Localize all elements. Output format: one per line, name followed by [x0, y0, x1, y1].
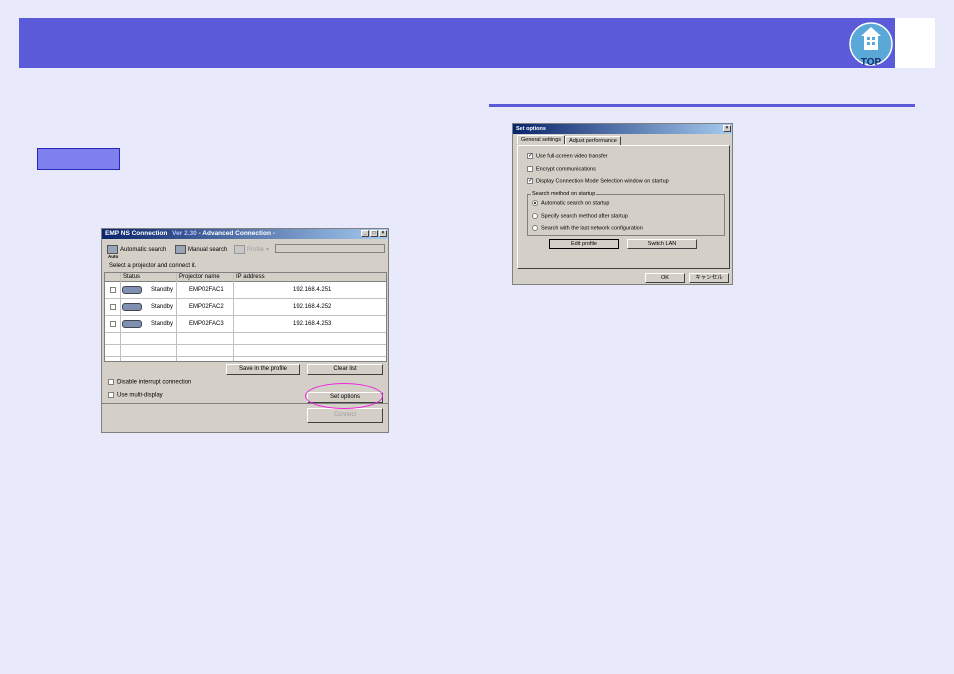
- row-name: EMP02FAC3: [189, 321, 224, 327]
- automatic-search-label: Automatic search: [120, 246, 167, 253]
- row-checkbox[interactable]: [110, 304, 116, 310]
- column-projector-name[interactable]: Projector name: [179, 274, 220, 280]
- encrypt-checkbox[interactable]: [527, 166, 533, 172]
- radio-specify[interactable]: [532, 213, 538, 219]
- column-ip-address[interactable]: IP address: [236, 274, 265, 280]
- manual-search-label: Manual search: [188, 246, 228, 253]
- table-row[interactable]: Standby EMP02FAC1 192.168.4.251: [105, 282, 386, 299]
- disable-interrupt-label: Disable interrupt connection: [117, 379, 192, 386]
- profile-icon: [234, 245, 245, 254]
- radio-auto-label: Automatic search on startup: [541, 200, 610, 207]
- emp-mode: - Advanced Connection -: [198, 230, 275, 237]
- disable-interrupt-option[interactable]: Disable interrupt connection: [108, 379, 191, 386]
- projector-icon: [122, 286, 142, 294]
- maximize-icon[interactable]: □: [370, 230, 378, 237]
- set-options-titlebar: Set options ×: [513, 124, 732, 134]
- column-status[interactable]: Status: [123, 274, 140, 280]
- settings-panel: ✓ Use full-screen video transfer Encrypt …: [517, 145, 730, 269]
- multi-display-option[interactable]: Use multi-display: [108, 392, 163, 399]
- highlight-ellipse: [305, 383, 383, 409]
- radio-auto[interactable]: [532, 200, 538, 206]
- minimize-icon[interactable]: _: [361, 230, 369, 237]
- table-row-empty: [105, 345, 386, 357]
- profile-label: Profile: [247, 246, 265, 253]
- tab-strip: General settings Adjust performance: [517, 135, 621, 145]
- close-icon[interactable]: ×: [723, 125, 731, 132]
- row-ip: 192.168.4.253: [293, 321, 332, 327]
- emp-toolbar: Automatic search Auto Manual search Prof…: [102, 240, 388, 260]
- clear-list-button[interactable]: Clear list: [307, 364, 383, 375]
- radio-last-option[interactable]: Search with the last network configurati…: [532, 225, 643, 231]
- row-ip: 192.168.4.251: [293, 287, 332, 293]
- emp-titlebar: EMP NS Connection Ver 2.30 - Advanced Co…: [102, 229, 388, 239]
- tab-adjust-performance[interactable]: Adjust performance: [565, 136, 621, 145]
- radio-last[interactable]: [532, 225, 538, 231]
- fullscreen-label: Use full-screen video transfer: [536, 153, 608, 160]
- cancel-button[interactable]: キャンセル: [689, 273, 729, 283]
- svg-text:TOP: TOP: [861, 57, 882, 68]
- search-method-group: Search method on startup Automatic searc…: [527, 191, 725, 236]
- search-method-title: Search method on startup: [531, 191, 597, 197]
- save-profile-button[interactable]: Save in the profile: [226, 364, 300, 375]
- connect-button[interactable]: Connect: [307, 408, 383, 423]
- header-banner: [19, 18, 935, 68]
- instruction-text: Select a projector and connect it.: [109, 263, 197, 269]
- table-row[interactable]: Standby EMP02FAC2 192.168.4.252: [105, 299, 386, 316]
- edit-profile-button[interactable]: Edit profile: [549, 239, 619, 249]
- row-name: EMP02FAC2: [189, 304, 224, 310]
- manual-search-button[interactable]: Manual search: [175, 245, 227, 254]
- manual-search-icon: [175, 245, 186, 254]
- header-tab: [895, 18, 935, 68]
- radio-auto-option[interactable]: Automatic search on startup: [532, 200, 609, 206]
- display-mode-checkbox[interactable]: ✓: [527, 178, 533, 184]
- display-mode-label: Display Connection Mode Selection window…: [536, 178, 669, 185]
- multi-display-checkbox[interactable]: [108, 392, 114, 398]
- row-status: Standby: [151, 321, 174, 327]
- ok-button[interactable]: OK: [645, 273, 685, 283]
- radio-last-label: Search with the last network configurati…: [541, 225, 643, 232]
- row-ip: 192.168.4.252: [293, 304, 332, 310]
- automatic-search-button[interactable]: Automatic search: [107, 245, 166, 254]
- encrypt-option[interactable]: Encrypt communications: [527, 166, 596, 172]
- emp-version: Ver 2.30: [172, 230, 197, 237]
- row-name: EMP02FAC1: [189, 287, 224, 293]
- table-row[interactable]: Standby EMP02FAC3 192.168.4.253: [105, 316, 386, 333]
- display-mode-option[interactable]: ✓ Display Connection Mode Selection windo…: [527, 178, 669, 184]
- fullscreen-checkbox[interactable]: ✓: [527, 153, 533, 159]
- encrypt-label: Encrypt communications: [536, 166, 596, 173]
- tab-general-settings[interactable]: General settings: [517, 135, 566, 144]
- auto-search-icon: [107, 245, 118, 254]
- profile-button[interactable]: Profile ▾: [234, 245, 269, 254]
- row-checkbox[interactable]: [110, 287, 116, 293]
- profile-select[interactable]: [275, 244, 385, 253]
- disable-interrupt-checkbox[interactable]: [108, 379, 114, 385]
- projector-table: Status Projector name IP address Standby…: [104, 272, 387, 362]
- set-options-title: Set options: [516, 126, 546, 132]
- row-status: Standby: [151, 304, 174, 310]
- radio-specify-label: Specify search method after startup: [541, 213, 628, 220]
- table-header: Status Projector name IP address: [105, 273, 386, 282]
- row-status: Standby: [151, 287, 174, 293]
- table-row-empty: [105, 333, 386, 345]
- projector-icon: [122, 320, 142, 328]
- radio-specify-option[interactable]: Specify search method after startup: [532, 213, 628, 219]
- row-checkbox[interactable]: [110, 321, 116, 327]
- projector-icon: [122, 303, 142, 311]
- set-options-window: Set options × General settings Adjust pe…: [512, 123, 733, 285]
- section-rule: [489, 104, 915, 107]
- procedure-badge: [37, 148, 120, 170]
- emp-title: EMP NS Connection: [105, 230, 168, 237]
- top-logo[interactable]: TOP: [848, 20, 896, 68]
- switch-lan-button[interactable]: Switch LAN: [627, 239, 697, 249]
- multi-display-label: Use multi-display: [117, 392, 163, 399]
- chevron-down-icon: ▾: [266, 247, 270, 253]
- auto-label: Auto: [108, 254, 119, 259]
- home-icon: TOP: [849, 22, 893, 68]
- fullscreen-option[interactable]: ✓ Use full-screen video transfer: [527, 153, 608, 159]
- close-icon[interactable]: ×: [379, 230, 387, 237]
